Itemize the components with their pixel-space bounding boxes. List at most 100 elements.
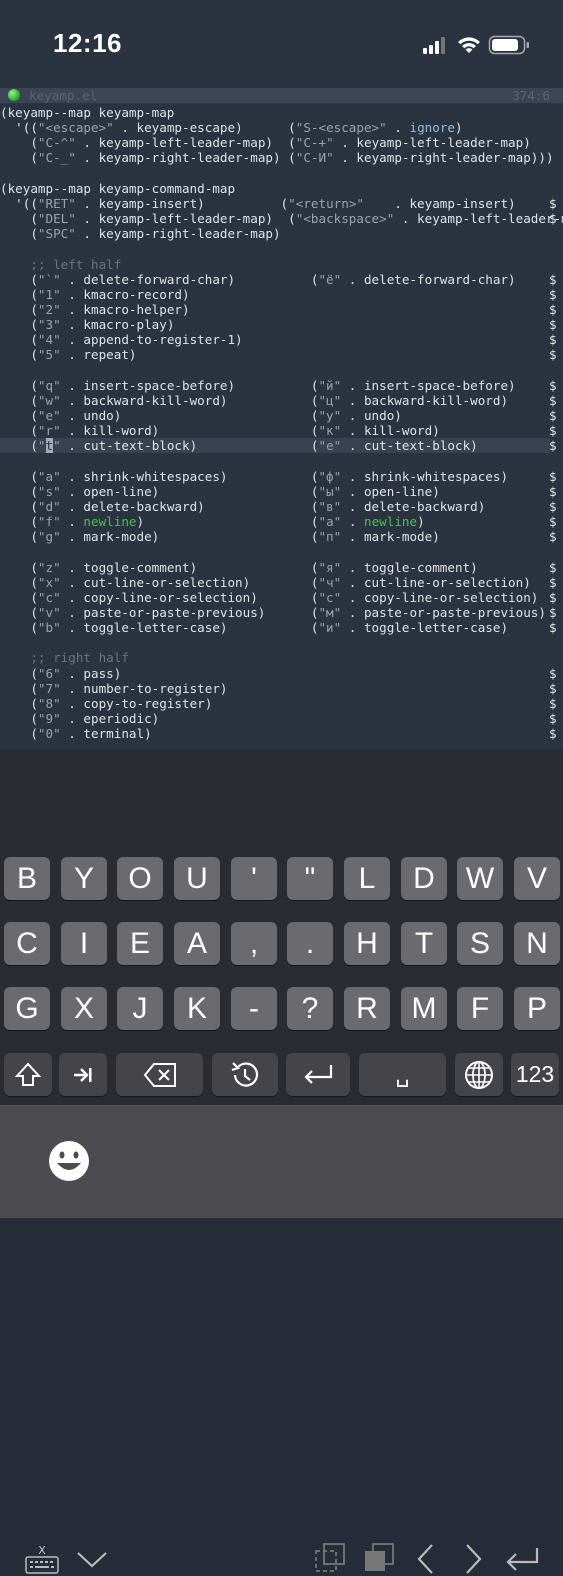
numbers-key[interactable]: 123 bbox=[511, 1053, 559, 1096]
key[interactable]: H bbox=[344, 922, 390, 965]
key[interactable]: ' bbox=[231, 857, 277, 900]
key[interactable]: E bbox=[117, 922, 163, 965]
code-line[interactable]: ("x" . cut-line-or-selection) ("ч" . cut… bbox=[0, 574, 556, 590]
emoji-icon[interactable] bbox=[47, 1139, 91, 1183]
key[interactable]: X bbox=[61, 987, 107, 1030]
key[interactable]: O bbox=[117, 857, 163, 900]
left-arrow-icon[interactable] bbox=[414, 1542, 438, 1576]
key[interactable]: G bbox=[4, 987, 50, 1030]
code-line[interactable]: ("9" . eperiodic) $ bbox=[0, 711, 556, 726]
code-line[interactable]: ("2" . kmacro-helper) $ bbox=[0, 302, 556, 317]
key[interactable]: F bbox=[457, 987, 503, 1030]
code-line[interactable]: ("f" . newline) ("а" . newline) $ bbox=[0, 514, 556, 530]
code-line[interactable]: ("a" . shrink-whitespaces) ("ф" . shrink… bbox=[0, 469, 556, 484]
key[interactable]: L bbox=[344, 857, 390, 900]
code-line[interactable]: ("c" . copy-line-or-selection) ("с" . co… bbox=[0, 590, 556, 605]
key[interactable]: P bbox=[514, 987, 560, 1030]
code-line[interactable]: ("0" . terminal) $ bbox=[0, 726, 556, 741]
code-line[interactable]: ("SPC" . keyamp-right-leader-map) bbox=[0, 226, 280, 241]
key[interactable]: N bbox=[514, 922, 560, 965]
key[interactable]: W bbox=[457, 857, 503, 900]
code-token: ( bbox=[0, 332, 38, 348]
code-token: ( bbox=[0, 347, 38, 363]
code-line[interactable]: ("8" . copy-to-register) $ bbox=[0, 695, 556, 711]
code-line[interactable]: '(("<escape>" . keyamp-escape) ("S-<esca… bbox=[0, 120, 462, 136]
key[interactable]: R bbox=[344, 987, 390, 1030]
shift-key[interactable] bbox=[4, 1053, 52, 1096]
key[interactable]: A bbox=[174, 922, 220, 965]
code-line[interactable]: ("7" . number-to-register) $ bbox=[0, 681, 556, 696]
key[interactable]: B bbox=[4, 857, 50, 900]
code-line[interactable]: ("4" . append-to-register-1) $ bbox=[0, 332, 556, 348]
code-line[interactable]: ("d" . delete-backward) ("в" . delete-ba… bbox=[0, 499, 556, 514]
code-line[interactable]: (keyamp--map keyamp-command-map bbox=[0, 181, 235, 196]
code-line[interactable]: ("C-_" . keyamp-right-leader-map) ("C-И"… bbox=[0, 150, 554, 166]
key[interactable]: K bbox=[174, 987, 220, 1030]
code-token: . keyamp-right-leader-map))) bbox=[333, 150, 554, 166]
key[interactable]: D bbox=[401, 857, 447, 900]
truncation-marker: $ bbox=[549, 347, 557, 363]
copy-icon[interactable] bbox=[363, 1542, 395, 1576]
truncation-marker: $ bbox=[549, 498, 557, 514]
code-line[interactable]: ("`" . delete-forward-char) ("ё" . delet… bbox=[0, 272, 556, 287]
select-icon[interactable] bbox=[314, 1542, 346, 1576]
code-token: ( bbox=[0, 574, 38, 590]
code-line[interactable]: ("C-^" . keyamp-left-leader-map) ("C-+" … bbox=[0, 135, 530, 150]
space-key[interactable]: ␣ bbox=[359, 1053, 446, 1096]
code-line[interactable]: ("6" . pass) $ bbox=[0, 666, 556, 681]
code-line[interactable]: ("s" . open-line) ("ы" . open-line) $ bbox=[0, 483, 556, 499]
truncation-marker: $ bbox=[549, 726, 557, 742]
code-token: "8" bbox=[37, 695, 61, 711]
key[interactable]: " bbox=[287, 857, 333, 900]
key[interactable]: C bbox=[4, 922, 50, 965]
key[interactable]: I bbox=[61, 922, 107, 965]
key[interactable]: . bbox=[287, 922, 333, 965]
key[interactable]: T bbox=[401, 922, 447, 965]
truncation-marker: $ bbox=[549, 483, 557, 499]
tab-key[interactable] bbox=[59, 1053, 107, 1096]
undo-key[interactable] bbox=[212, 1053, 278, 1096]
delete-key[interactable] bbox=[116, 1053, 203, 1096]
code-line[interactable]: ("g" . mark-mode) ("п" . mark-mode) $ bbox=[0, 529, 556, 545]
key[interactable]: Y bbox=[61, 857, 107, 900]
code-line[interactable]: ("3" . kmacro-play) $ bbox=[0, 317, 556, 333]
key[interactable]: V bbox=[514, 857, 560, 900]
code-line[interactable]: (keyamp--map keyamp-map bbox=[0, 105, 174, 120]
current-line[interactable]: ("t" . cut-text-block) ("е" . cut-text-b… bbox=[0, 438, 557, 454]
globe-key[interactable] bbox=[455, 1053, 503, 1096]
code-line[interactable]: ("z" . toggle-comment) ("я" . toggle-com… bbox=[0, 560, 556, 575]
code-line[interactable]: ("v" . paste-or-paste-previous) ("м" . p… bbox=[0, 605, 556, 620]
code-token: ;; right half bbox=[0, 650, 129, 666]
code-token: . open-line) bbox=[341, 483, 440, 499]
key[interactable]: ? bbox=[287, 987, 333, 1030]
right-arrow-icon[interactable] bbox=[461, 1542, 485, 1576]
code-line[interactable]: ("q" . insert-space-before) ("й" . inser… bbox=[0, 378, 556, 393]
code-line[interactable]: ("w" . backward-kill-word) ("ц" . backwa… bbox=[0, 392, 556, 408]
code-line[interactable]: ("e" . undo) ("у" . undo) $ bbox=[0, 408, 556, 423]
code-token: ( bbox=[0, 317, 38, 333]
code-token: . backward-kill-word) bbox=[341, 392, 509, 408]
code-line[interactable]: '(("RET" . keyamp-insert) ("<return>" . … bbox=[0, 196, 556, 211]
code-line[interactable]: ("5" . repeat) $ bbox=[0, 347, 556, 363]
return-icon[interactable] bbox=[503, 1542, 543, 1576]
chevron-down-icon[interactable] bbox=[75, 1542, 109, 1576]
emacs-buffer[interactable]: keyamp.el 374:6 (keyamp--map keyamp-map … bbox=[0, 86, 563, 750]
key[interactable]: S bbox=[457, 922, 503, 965]
key[interactable]: U bbox=[174, 857, 220, 900]
return-key[interactable] bbox=[286, 1053, 350, 1096]
code-token: "S-<escape>" bbox=[295, 120, 387, 136]
hide-keyboard-icon[interactable]: X bbox=[22, 1542, 62, 1576]
key[interactable]: , bbox=[231, 922, 277, 965]
code-line[interactable]: ;; right half bbox=[0, 650, 129, 665]
code-line[interactable]: ("1" . kmacro-record) $ bbox=[0, 287, 556, 302]
code-line[interactable]: ;; left half bbox=[0, 257, 121, 272]
code-line[interactable]: ("DEL" . keyamp-left-leader-map) ("<back… bbox=[0, 211, 563, 226]
code-line[interactable]: ("r" . kill-word) ("к" . kill-word) $ bbox=[0, 423, 556, 438]
wifi-icon bbox=[458, 37, 480, 53]
key[interactable]: - bbox=[231, 987, 277, 1030]
key[interactable]: M bbox=[401, 987, 447, 1030]
code-line[interactable]: ("b" . toggle-letter-case) ("и" . toggle… bbox=[0, 620, 556, 635]
key[interactable]: J bbox=[117, 987, 163, 1030]
code-token: "п" bbox=[318, 529, 342, 545]
code-token: . bbox=[341, 514, 364, 530]
